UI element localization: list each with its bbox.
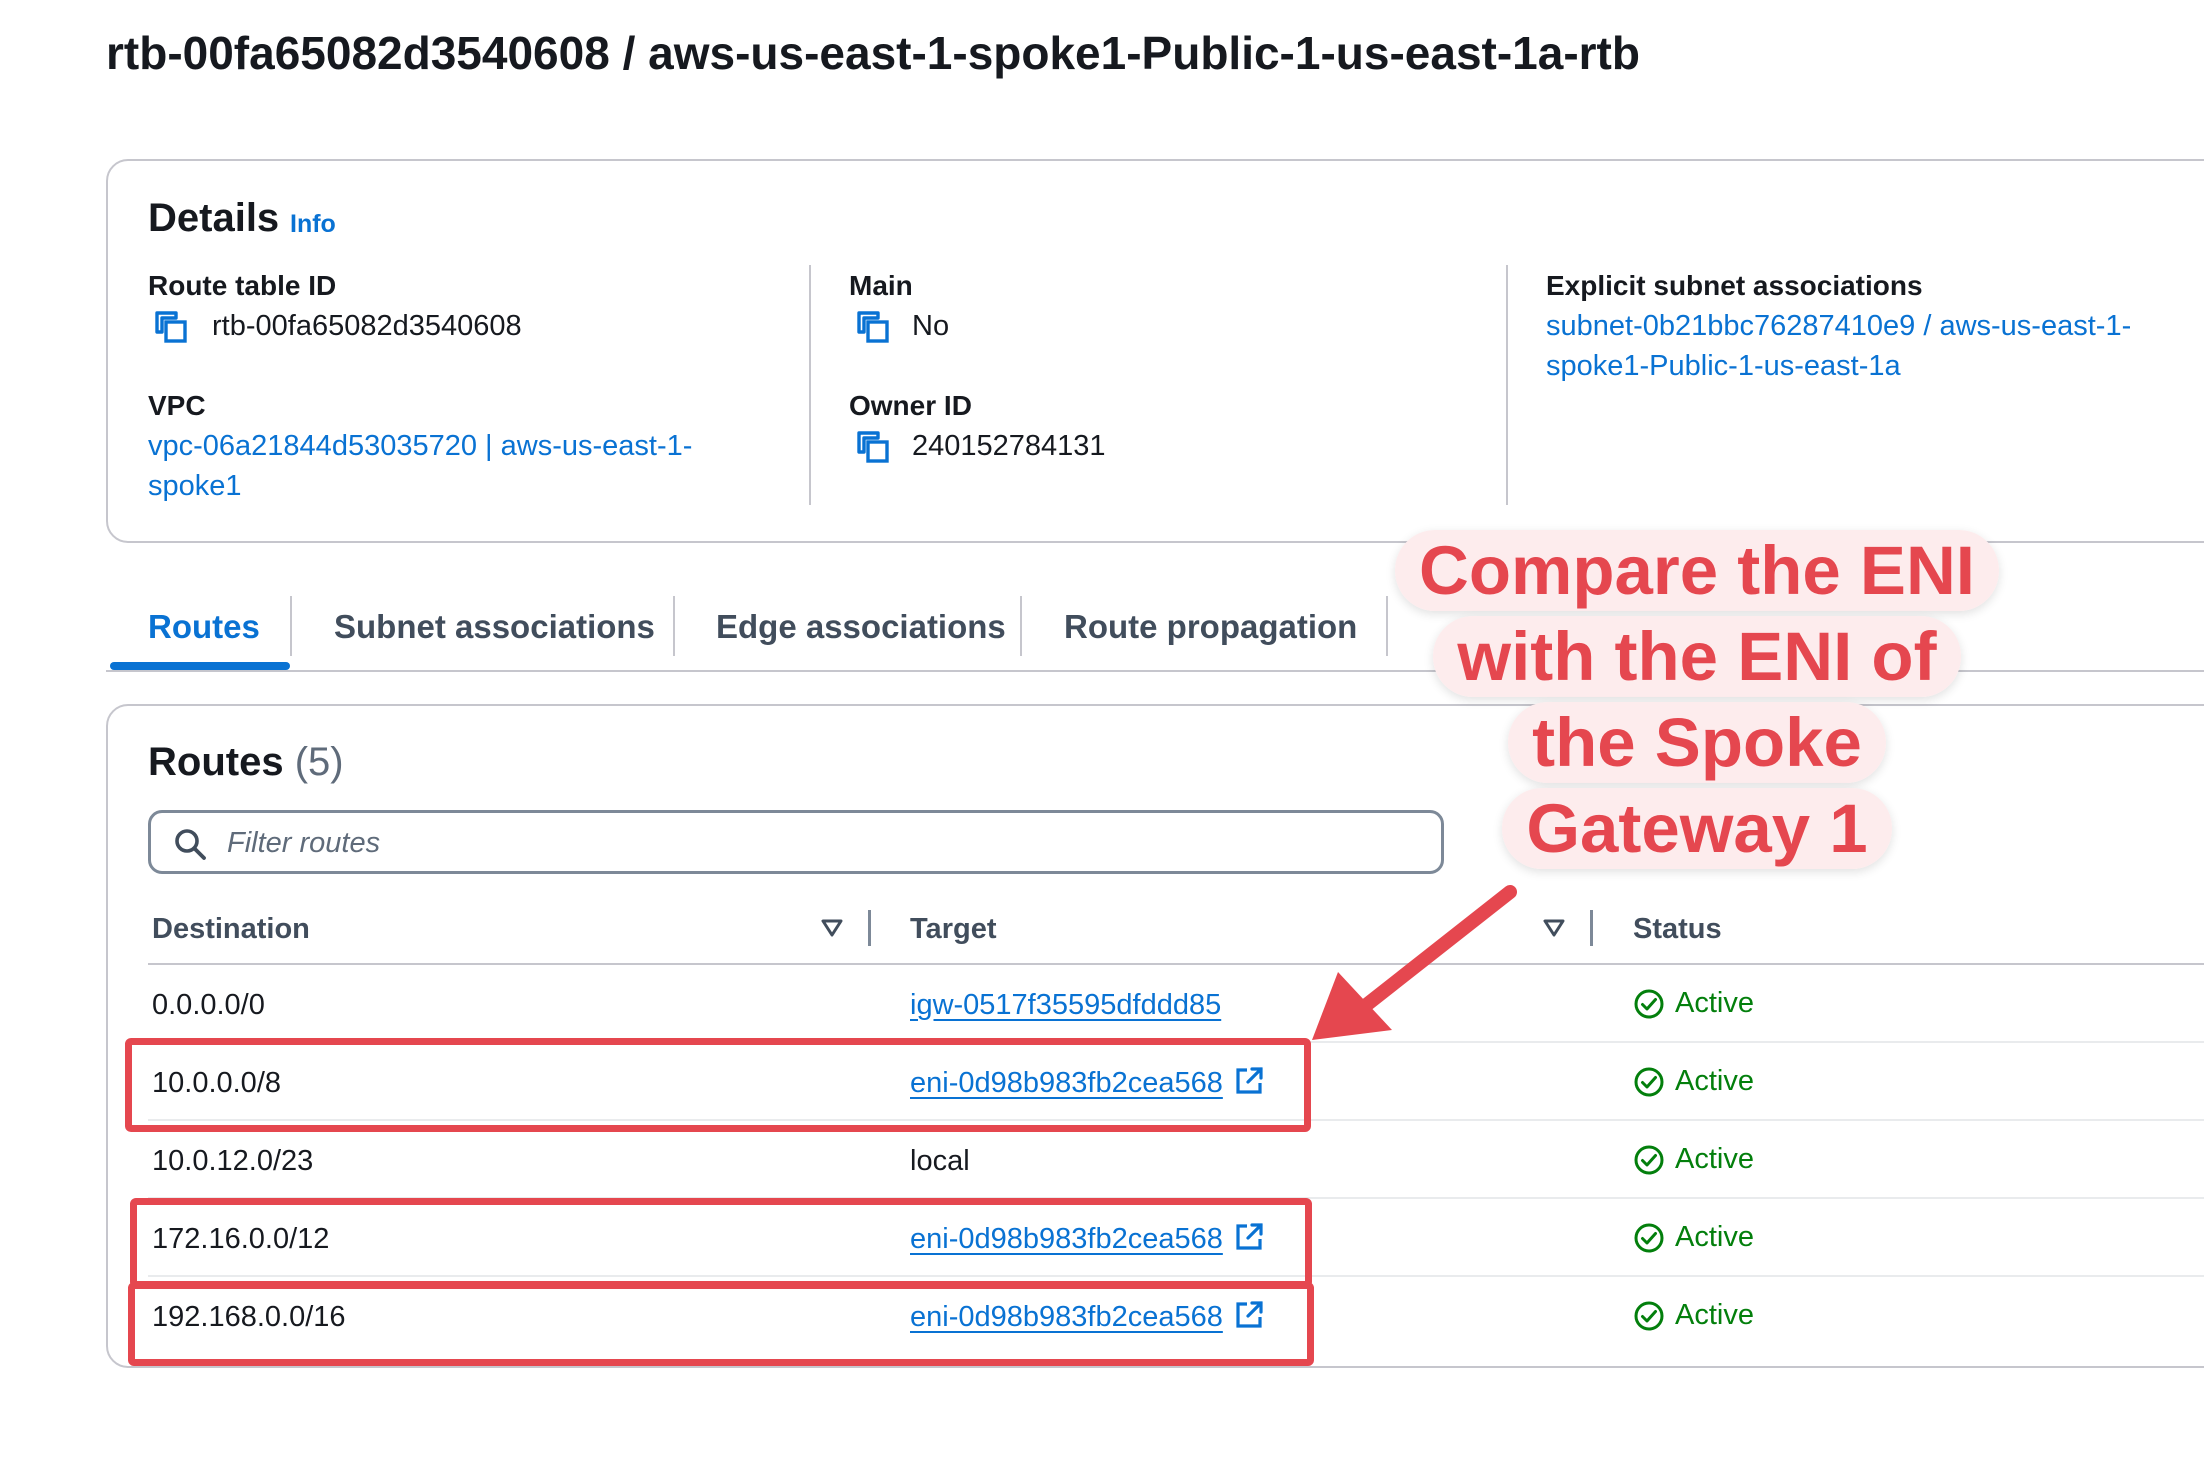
target-column-header[interactable]: Target [910,913,996,946]
route-target: local [910,1145,970,1177]
annotation-arrow [1312,885,1517,1040]
route-status-label: Active [1675,1221,1754,1253]
route-status-label: Active [1675,987,1754,1019]
status-success-icon [1634,1301,1664,1330]
tab-separator [290,596,292,656]
column-divider [809,265,811,505]
highlight-box [130,1198,1312,1288]
filter-routes-field[interactable] [148,810,1444,874]
main-label: Main [849,270,913,301]
routes-count: (5) [294,740,344,784]
annotation-callout: Compare the ENI with the ENI of the Spok… [1372,528,2022,872]
column-resizer[interactable] [868,910,871,946]
tab-separator [1020,596,1022,656]
status-success-icon [1634,1223,1664,1252]
route-status-label: Active [1675,1065,1754,1097]
annotation-line: Compare the ENI [1395,530,1999,611]
explicit-subnet-link[interactable]: subnet-0b21bbc76287410e9 / aws-us-east-1… [1546,306,2166,386]
main-value: No [912,310,950,342]
tab-subnet-associations[interactable]: Subnet associations [334,608,655,646]
vpc-link[interactable]: vpc-06a21844d53035720 | aws-us-east-1-sp… [148,426,728,506]
column-divider [1506,265,1508,505]
vpc-label: VPC [148,390,206,421]
routes-heading: Routes (5) [148,740,344,785]
status-success-icon [1634,989,1664,1018]
annotation-line: Gateway 1 [1502,788,1892,869]
copy-icon[interactable] [154,310,188,344]
status-success-icon [1634,1145,1664,1174]
route-status-label: Active [1675,1143,1754,1175]
route-target-link[interactable]: igw-0517f35595dfddd85 [910,989,1221,1022]
tab-route-propagation[interactable]: Route propagation [1064,608,1357,646]
route-destination: 10.0.12.0/23 [152,1145,314,1177]
route-status: Active [1633,1221,1754,1254]
tab-edge-associations[interactable]: Edge associations [716,608,1006,646]
highlight-box [128,1282,1314,1366]
destination-column-header[interactable]: Destination [152,913,310,946]
active-tab-indicator [110,662,290,670]
page-title: rtb-00fa65082d3540608 / aws-us-east-1-sp… [106,27,1640,79]
route-status-label: Active [1675,1299,1754,1331]
copy-icon[interactable] [856,430,890,464]
details-info-link[interactable]: Info [290,210,336,239]
filter-routes-input[interactable] [225,821,1409,865]
status-column-header[interactable]: Status [1633,913,1722,946]
details-heading: Details [148,196,280,240]
sort-caret-icon[interactable] [1542,918,1566,938]
highlight-box [125,1038,1311,1132]
route-status: Active [1633,1299,1754,1332]
routes-heading-label: Routes [148,740,284,784]
route-status: Active [1633,1065,1754,1098]
owner-id-label: Owner ID [849,390,972,421]
table-header-border [148,963,2204,965]
column-resizer[interactable] [1590,910,1593,946]
copy-icon[interactable] [856,310,890,344]
status-success-icon [1634,1067,1664,1096]
route-status: Active [1633,987,1754,1020]
route-status: Active [1633,1143,1754,1176]
tab-separator [673,596,675,656]
route-table-id-label: Route table ID [148,270,337,301]
route-destination: 0.0.0.0/0 [152,989,265,1021]
explicit-subnet-label: Explicit subnet associations [1546,270,1923,301]
route-table-id-value: rtb-00fa65082d3540608 [212,310,522,342]
tab-routes[interactable]: Routes [148,608,260,646]
search-icon [175,829,206,860]
owner-id-value: 240152784131 [912,430,1106,462]
sort-caret-icon[interactable] [820,918,844,938]
annotation-line: the Spoke [1508,702,1886,783]
annotation-line: with the ENI of [1433,616,1961,697]
